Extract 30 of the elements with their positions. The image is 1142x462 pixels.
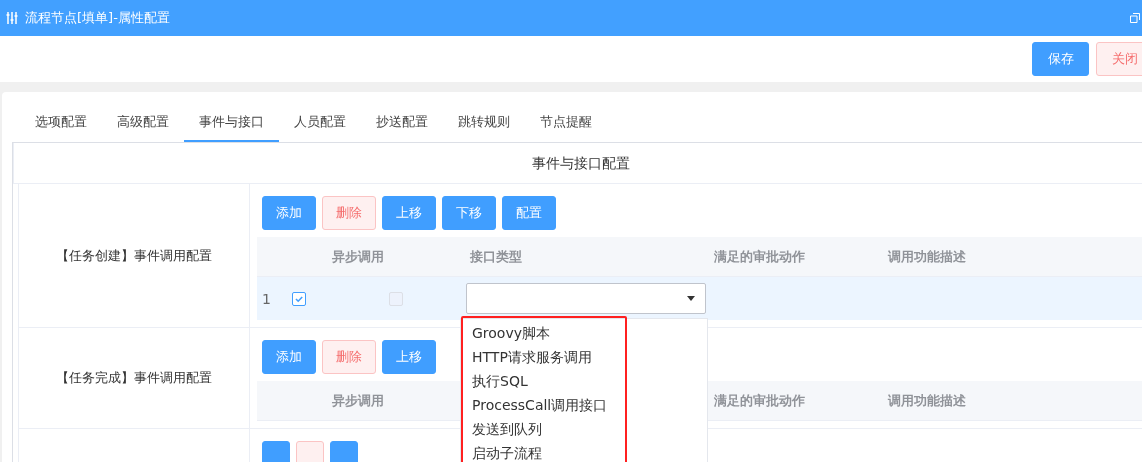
section-label: 【任务创建】事件调用配置 — [56, 246, 212, 265]
section-label: 【任务完成】事件调用配置 — [56, 369, 212, 387]
dropdown-option[interactable]: 启动子流程 — [463, 441, 625, 462]
tab[interactable]: 人员配置 — [279, 104, 361, 142]
column-header: 调用功能描述 — [886, 391, 967, 410]
row-checkbox[interactable] — [292, 291, 306, 306]
tab[interactable]: 跳转规则 — [443, 104, 525, 142]
panel-title: 事件与接口配置 — [13, 143, 1142, 184]
sliders-icon — [6, 12, 18, 24]
column-header: 异步调用 — [331, 391, 385, 410]
column-header: 满足的审批动作 — [713, 391, 806, 410]
column-header: 接口类型 — [469, 247, 523, 266]
column-header: 调用功能描述 — [886, 247, 967, 266]
tab[interactable]: 选项配置 — [20, 104, 102, 142]
restore-icon[interactable] — [1130, 13, 1140, 23]
row-number: 1 — [261, 290, 271, 307]
column-header: 异步调用 — [331, 247, 385, 266]
dropdown-option[interactable]: 发送到队列 — [463, 417, 625, 441]
dropdown-option[interactable]: 执行SQL — [463, 369, 625, 393]
tab[interactable]: 高级配置 — [102, 104, 184, 142]
interface-select[interactable] — [466, 283, 706, 314]
tab[interactable]: 节点提醒 — [525, 104, 607, 142]
column-header: 满足的审批动作 — [713, 247, 806, 266]
window-title: 流程节点[填单]-属性配置 — [25, 9, 171, 27]
tab[interactable]: 事件与接口 — [184, 104, 279, 142]
dropdown-option[interactable]: ProcessCall调用接口 — [463, 393, 625, 417]
dropdown-option[interactable]: Groovy脚本 — [463, 321, 625, 345]
dropdown-option[interactable]: HTTP请求服务调用 — [463, 345, 625, 369]
caret-icon — [687, 296, 695, 301]
tab[interactable]: 抄送配置 — [361, 104, 443, 142]
